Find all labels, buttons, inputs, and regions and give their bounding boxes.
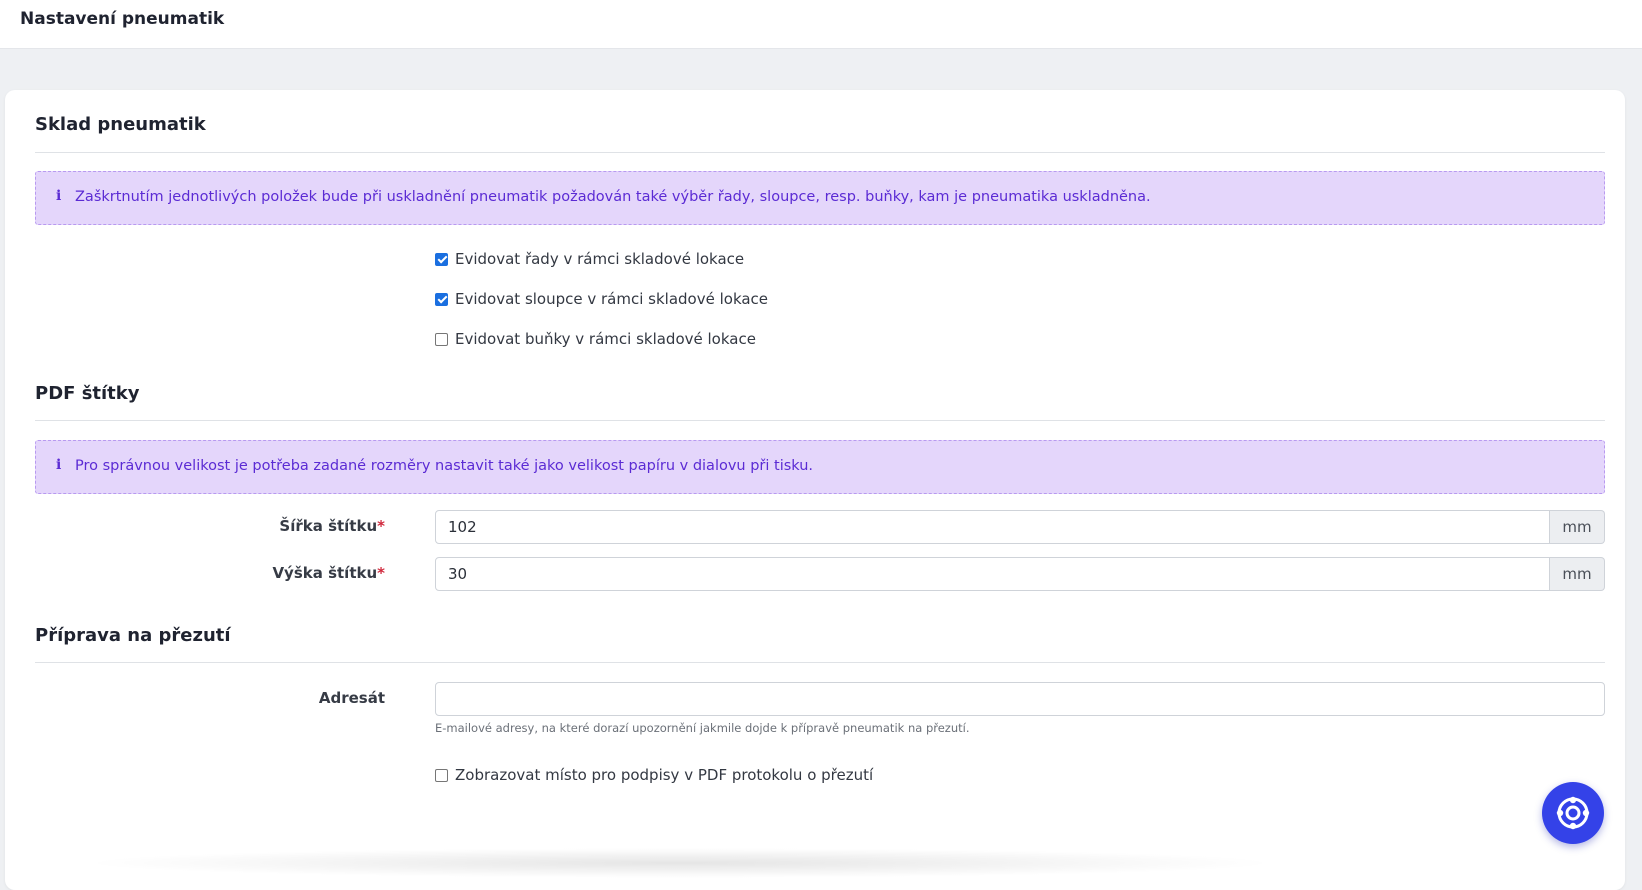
checkbox-track-cells[interactable]: Evidovat buňky v rámci skladové lokace	[435, 329, 756, 349]
checkbox-cells[interactable]	[435, 332, 448, 346]
label-width-input[interactable]: 102	[435, 510, 1550, 544]
checkbox-signature-row[interactable]: Zobrazovat místo pro podpisy v PDF proto…	[435, 765, 873, 785]
label-height: Výška štítku*	[272, 564, 385, 582]
checkbox-track-rows[interactable]: Evidovat řady v rámci skladové lokace	[435, 249, 744, 269]
help-fab-button[interactable]	[1542, 782, 1604, 844]
width-unit-addon: mm	[1550, 510, 1605, 544]
recipient-help-text: E-mailové adresy, na které dorazí upozor…	[435, 721, 970, 735]
checkbox-columns-label: Evidovat sloupce v rámci skladové lokace	[455, 290, 769, 308]
page-header: Nastavení pneumatik	[0, 0, 1642, 49]
divider	[35, 662, 1605, 663]
label-height-input[interactable]: 30	[435, 557, 1550, 591]
label-recipient: Adresát	[318, 689, 385, 707]
recipient-input[interactable]	[435, 682, 1605, 716]
info-icon: i	[56, 188, 62, 204]
sticky-footer-shadow	[80, 848, 1280, 878]
storage-info-text: Zaškrtnutím jednotlivých položek bude př…	[75, 189, 1151, 205]
settings-card: Sklad pneumatik i Zaškrtnutím jednotlivý…	[5, 90, 1625, 890]
height-input-group: 30 mm	[435, 557, 1605, 591]
storage-info-alert: i Zaškrtnutím jednotlivých položek bude …	[35, 171, 1605, 225]
checkbox-rows-label: Evidovat řady v rámci skladové lokace	[455, 250, 745, 268]
info-icon: i	[56, 457, 62, 473]
section-title-storage: Sklad pneumatik	[35, 114, 206, 135]
divider	[35, 420, 1605, 421]
height-unit-addon: mm	[1550, 557, 1605, 591]
checkbox-signature[interactable]	[435, 768, 448, 782]
checkbox-columns[interactable]	[435, 292, 448, 306]
page-title: Nastavení pneumatik	[20, 9, 225, 29]
checkbox-rows[interactable]	[435, 252, 448, 266]
checkbox-track-columns[interactable]: Evidovat sloupce v rámci skladové lokace	[435, 289, 768, 309]
pdf-info-alert: i Pro správnou velikost je potřeba zadan…	[35, 440, 1605, 494]
label-width: Šířka štítku*	[279, 517, 385, 535]
lifebuoy-icon	[1556, 796, 1590, 830]
section-title-pdf: PDF štítky	[35, 383, 140, 404]
section-title-tire-change: Příprava na přezutí	[35, 625, 231, 646]
checkbox-cells-label: Evidovat buňky v rámci skladové lokace	[455, 330, 756, 348]
pdf-info-text: Pro správnou velikost je potřeba zadané …	[75, 458, 814, 474]
width-input-group: 102 mm	[435, 510, 1605, 544]
divider	[35, 152, 1605, 153]
checkbox-signature-label: Zobrazovat místo pro podpisy v PDF proto…	[455, 766, 874, 784]
